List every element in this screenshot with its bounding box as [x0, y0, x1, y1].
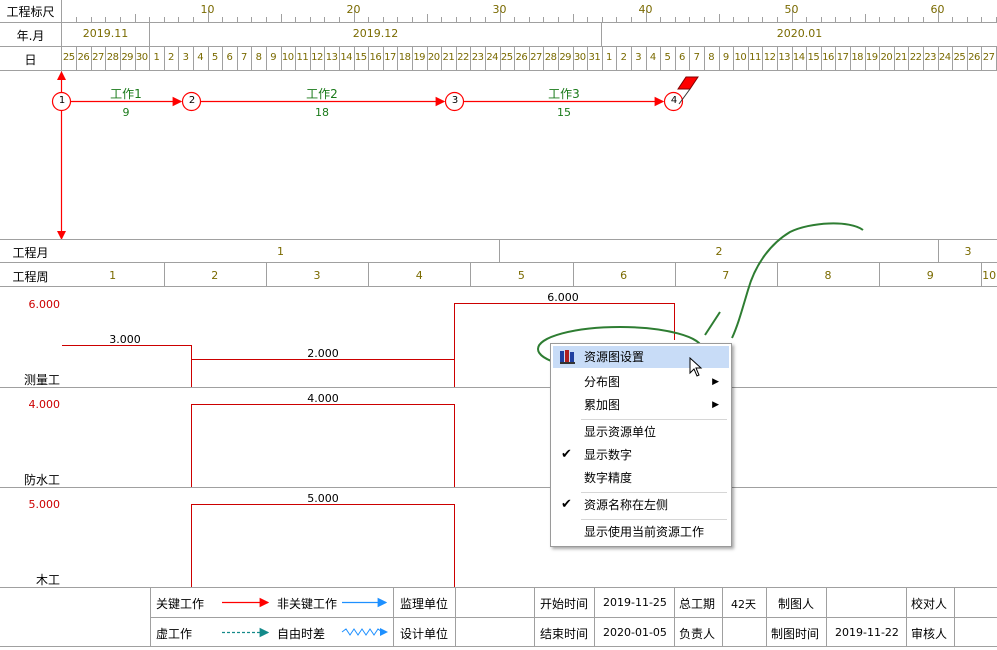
submenu-arrow-icon: ▶	[712, 400, 719, 410]
submenu-arrow-icon: ▶	[712, 377, 719, 387]
menu-item-label: 分布图	[584, 375, 621, 389]
menu-item-show-numbers[interactable]: ✔ 显示数字	[553, 444, 729, 466]
start-time-label: 开始时间	[540, 597, 589, 611]
checkmark-icon: ✔	[561, 447, 572, 462]
menu-separator	[581, 419, 727, 420]
menu-item-label: 数字精度	[584, 471, 633, 485]
menu-item-number-precision[interactable]: 数字精度	[553, 467, 729, 489]
draw-time-value: 2019-11-22	[835, 626, 899, 639]
total-duration-label: 总工期	[679, 597, 716, 611]
drafter-label: 制图人	[778, 597, 815, 611]
checker-label: 校对人	[911, 597, 948, 611]
legend-free-float: 自由时差	[277, 627, 326, 641]
menu-separator	[581, 519, 727, 520]
owner-label: 负责人	[679, 627, 716, 641]
menu-item-label: 资源名称在左侧	[584, 498, 669, 512]
menu-item-label: 累加图	[584, 398, 621, 412]
end-time-label: 结束时间	[540, 627, 589, 641]
books-icon	[560, 350, 575, 364]
end-time-value: 2020-01-05	[603, 626, 667, 639]
menu-item-show-current-resource-work[interactable]: 显示使用当前资源工作	[553, 521, 729, 543]
menu-item-cumulative-chart[interactable]: 累加图 ▶	[553, 394, 729, 416]
menu-item-label: 显示使用当前资源工作	[584, 525, 705, 539]
menu-item-label: 显示资源单位	[584, 425, 657, 439]
menu-separator	[581, 492, 727, 493]
menu-item-label: 资源图设置	[584, 350, 645, 364]
start-time-value: 2019-11-25	[603, 596, 667, 609]
footer-table	[0, 588, 997, 647]
menu-item-resource-name-left[interactable]: ✔ 资源名称在左侧	[553, 494, 729, 516]
menu-item-label: 显示数字	[584, 448, 633, 462]
draw-time-label: 制图时间	[771, 627, 820, 641]
reviewer-label: 审核人	[911, 627, 948, 641]
legend-free-float-line	[341, 628, 383, 636]
legend-dummy-work: 虚工作	[156, 627, 193, 641]
legend-non-critical-work: 非关键工作	[277, 597, 338, 611]
total-duration-value: 42天	[731, 598, 756, 611]
checkmark-icon: ✔	[561, 497, 572, 512]
menu-item-show-resource-unit[interactable]: 显示资源单位	[553, 421, 729, 443]
legend-critical-work: 关键工作	[156, 597, 205, 611]
mouse-cursor-icon	[689, 357, 703, 377]
supervision-unit-label: 监理单位	[400, 597, 449, 611]
design-unit-label: 设计单位	[400, 627, 449, 641]
